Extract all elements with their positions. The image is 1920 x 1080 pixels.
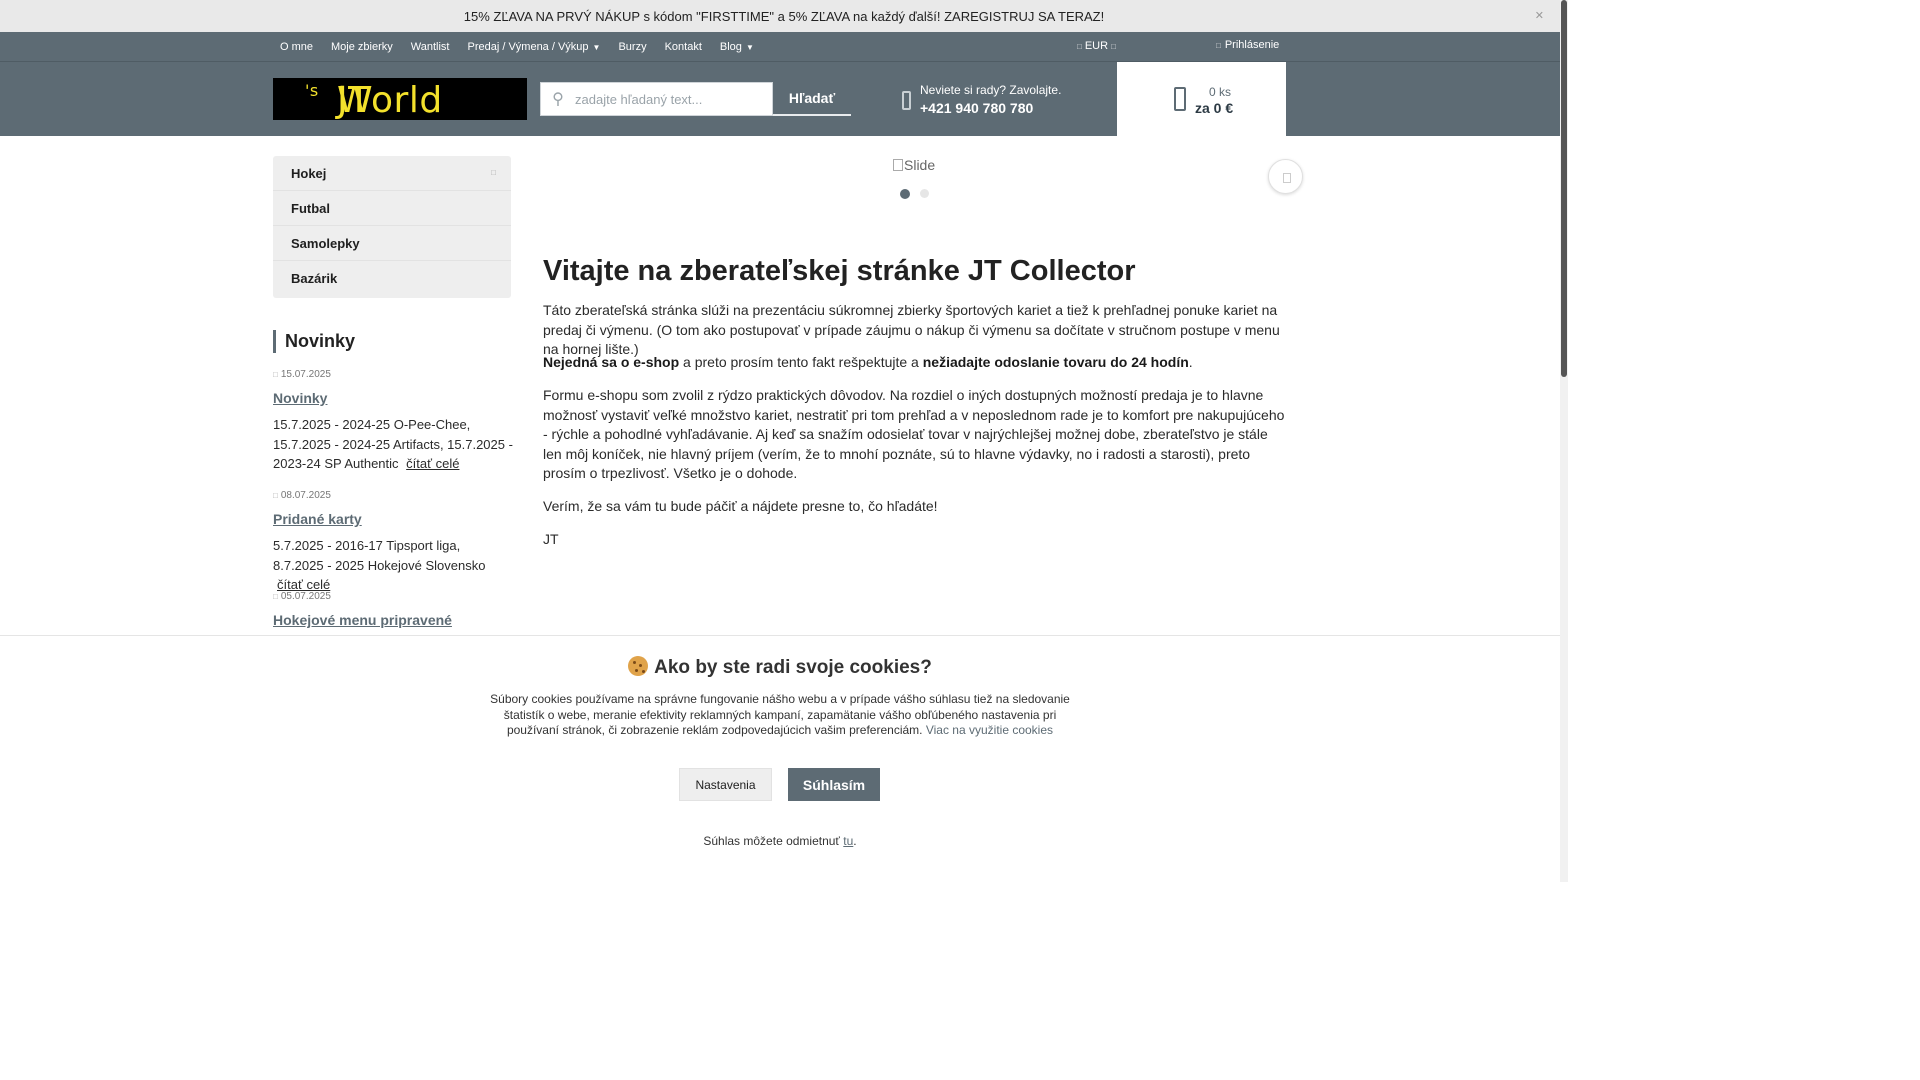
cart-count: 0 ks (1209, 85, 1232, 99)
cookie-decline-text: Súhlas môžete odmietnuť tu. (703, 834, 857, 848)
news-title-link[interactable]: Novinky (273, 390, 327, 406)
notice-paragraph: Nejedná sa o e-shop a preto prosím tento… (543, 354, 1193, 370)
category-item-samolepky[interactable]: Samolepky (273, 226, 511, 261)
search-icon: ⚲ (552, 91, 564, 108)
site-logo[interactable]: JT's World (273, 78, 527, 120)
category-item-hokej[interactable]: Hokej □ (273, 156, 511, 191)
nav-item-blog[interactable]: Blog ▼ (711, 41, 763, 53)
cookie-agree-button[interactable]: Súhlasím (788, 768, 880, 801)
promo-bar: 15% ZĽAVA NA PRVÝ NÁKUP s kódom "FIRSTTI… (0, 0, 1568, 32)
chevron-down-icon: □ (1111, 42, 1116, 51)
search-box: ⚲ (540, 82, 773, 116)
details-paragraph: Formu e-shopu som zvolil z rýdzo praktic… (543, 387, 1285, 482)
cookie-icon (628, 656, 649, 676)
news-date: □ 05.07.2025 (273, 591, 331, 602)
phone-number[interactable]: +421 940 780 780 (920, 100, 1033, 116)
promo-text: 15% ZĽAVA NA PRVÝ NÁKUP s kódom "FIRSTTI… (463, 8, 1105, 24)
nav-item-kontakt[interactable]: Kontakt (656, 41, 711, 53)
calendar-icon: □ (273, 592, 278, 601)
slider-dot-2[interactable] (920, 189, 929, 198)
cookie-decline-link[interactable]: tu (843, 834, 853, 848)
login-link[interactable]: □ Prihlásenie (1216, 39, 1279, 51)
news-title-link[interactable]: Hokejové menu pripravené (273, 612, 452, 628)
cookie-title: Ako by ste radi svoje cookies? (0, 656, 1560, 679)
news-excerpt: 15.7.2025 - 2024-25 O-Pee-Chee, 15.7.202… (273, 417, 513, 471)
cart-button[interactable]: 0 ks za 0 € (1117, 62, 1286, 136)
slide-image: Slide (893, 157, 935, 173)
search-input[interactable] (575, 91, 765, 107)
page-title: Vitajte na zberateľskej stránke JT Colle… (543, 255, 1136, 287)
nav-item-moje-zbierky[interactable]: Moje zbierky (322, 41, 402, 53)
user-icon: □ (1216, 41, 1221, 50)
news-date: □ 08.07.2025 (273, 490, 331, 501)
nav-item-predaj[interactable]: Predaj / Výmena / Výkup ▼ (458, 41, 609, 53)
calendar-icon: □ (273, 491, 278, 500)
news-date: □ 15.07.2025 (273, 369, 331, 380)
news-excerpt: 5.7.2025 - 2016-17 Tipsport liga, 8.7.20… (273, 538, 486, 592)
scrollbar-thumb[interactable] (1561, 0, 1567, 377)
closing-paragraph: Verím, že sa vám tu bude páčiť a nájdete… (543, 498, 938, 514)
currency-selector[interactable]: □ EUR □ (1074, 40, 1119, 52)
news-title-link[interactable]: Pridané karty (273, 511, 362, 527)
category-item-futbal[interactable]: Futbal (273, 191, 511, 226)
category-menu: Hokej □ Futbal Samolepky Bazárik (273, 156, 511, 298)
signature: JT (543, 531, 559, 547)
top-navigation: O mne Moje zbierky Wantlist Predaj / Vým… (0, 32, 1560, 62)
cookie-banner: Ako by ste radi svoje cookies? Súbory co… (0, 635, 1560, 882)
main-menu: O mne Moje zbierky Wantlist Predaj / Vým… (271, 32, 763, 62)
nav-item-burzy[interactable]: Burzy (609, 41, 655, 53)
site-header: JT's World ⚲ Hľadať Neviete si rady? Zav… (0, 62, 1560, 136)
chevron-down-icon: ▼ (592, 43, 601, 52)
read-more-link[interactable]: čítať celé (277, 577, 330, 592)
news-heading: Novinky (273, 330, 355, 353)
nav-item-o-mne[interactable]: O mne (271, 41, 322, 53)
currency-icon: □ (1077, 42, 1082, 51)
phone-question: Neviete si rady? Zavolajte. (920, 83, 1062, 97)
slider-next-button[interactable] (1268, 159, 1303, 194)
chevron-down-icon: ▼ (745, 43, 754, 52)
read-more-link[interactable]: čítať celé (406, 456, 459, 471)
close-icon[interactable]: ✕ (1535, 9, 1544, 22)
cart-total: za 0 € (1195, 100, 1234, 116)
chevron-right-icon: □ (491, 168, 496, 177)
cart-icon (1174, 87, 1186, 111)
nav-item-wantlist[interactable]: Wantlist (402, 41, 459, 53)
category-item-bazarik[interactable]: Bazárik (273, 261, 511, 296)
intro-paragraph: Táto zberateľská stránka slúži na prezen… (543, 302, 1280, 358)
search-button[interactable]: Hľadať (773, 82, 851, 116)
calendar-icon: □ (273, 370, 278, 379)
broken-image-icon (893, 159, 903, 171)
cookie-text: Súbory cookies používame na správne fung… (490, 692, 1070, 738)
cookie-info-link[interactable]: Viac na využitie cookies (926, 723, 1053, 737)
cookie-settings-button[interactable]: Nastavenia (679, 768, 772, 801)
phone-icon (902, 91, 911, 110)
slider-dot-1[interactable] (900, 189, 910, 199)
